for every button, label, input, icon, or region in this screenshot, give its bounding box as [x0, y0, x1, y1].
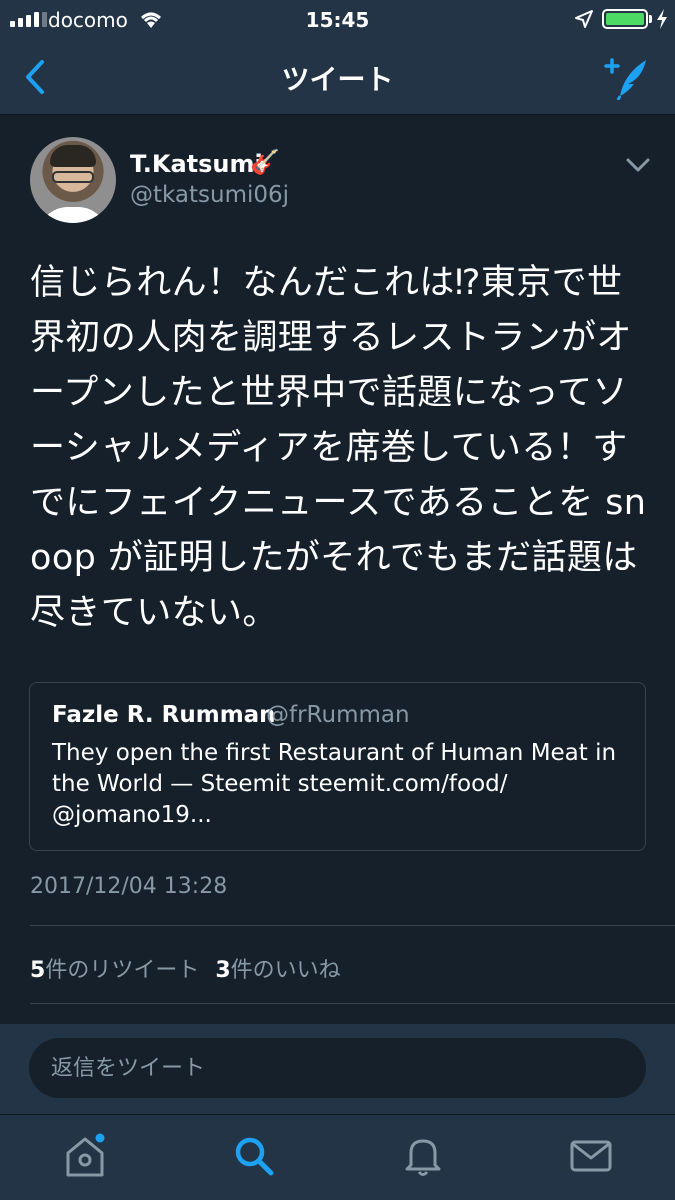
likes-link[interactable]: 3件のいいね: [215, 958, 340, 983]
like-label: 件のいいね: [230, 958, 341, 983]
quoted-author-handle: @frRumman: [266, 702, 410, 728]
author-display-name[interactable]: T.Katsumi: [130, 150, 263, 178]
tweet-detail-screen: docomo 15:45 ツイート T.Katsumi 🎸 @tkatsumi0…: [0, 0, 675, 1200]
author-handle[interactable]: @tkatsumi06j: [130, 182, 289, 208]
status-bar: docomo 15:45: [0, 0, 675, 40]
guitar-emoji: 🎸: [250, 148, 280, 176]
quoted-author-name: Fazle R. Rumman: [52, 702, 276, 728]
retweets-link[interactable]: 5件のリツイート: [30, 958, 199, 983]
search-icon[interactable]: [231, 1133, 277, 1179]
like-count: 3: [215, 958, 231, 983]
notifications-bell-icon[interactable]: [400, 1133, 446, 1179]
quoted-tweet-text: They open the first Restaurant of Human …: [52, 740, 617, 828]
charging-icon: [657, 9, 667, 29]
messages-envelope-icon[interactable]: [568, 1133, 614, 1179]
reply-bar: [0, 1024, 675, 1114]
chevron-down-icon[interactable]: [624, 152, 652, 178]
compose-tweet-icon[interactable]: [598, 54, 650, 100]
battery-tip: [649, 15, 652, 23]
tweet-text: 信じられん！なんだこれは⁉東京で世界初の人肉を調理するレストランがオープンしたと…: [30, 263, 647, 633]
engagement-stats: 5件のリツイート 3件のいいね: [30, 952, 341, 984]
retweet-label: 件のリツイート: [45, 958, 200, 983]
quoted-tweet-card[interactable]: Fazle R. Rumman @frRumman They open the …: [29, 682, 646, 851]
divider: [30, 925, 675, 926]
page-title: ツイート: [281, 63, 394, 96]
retweet-count: 5: [30, 958, 46, 983]
home-icon[interactable]: [62, 1133, 108, 1179]
reply-input[interactable]: [29, 1038, 646, 1098]
location-arrow-icon: [575, 10, 593, 28]
avatar[interactable]: [30, 137, 116, 223]
navigation-bar: ツイート: [0, 40, 675, 115]
tab-bar: [0, 1114, 675, 1200]
divider: [30, 1003, 675, 1004]
tweet-timestamp: 2017/12/04 13:28: [30, 874, 228, 899]
battery-icon: [602, 9, 648, 29]
